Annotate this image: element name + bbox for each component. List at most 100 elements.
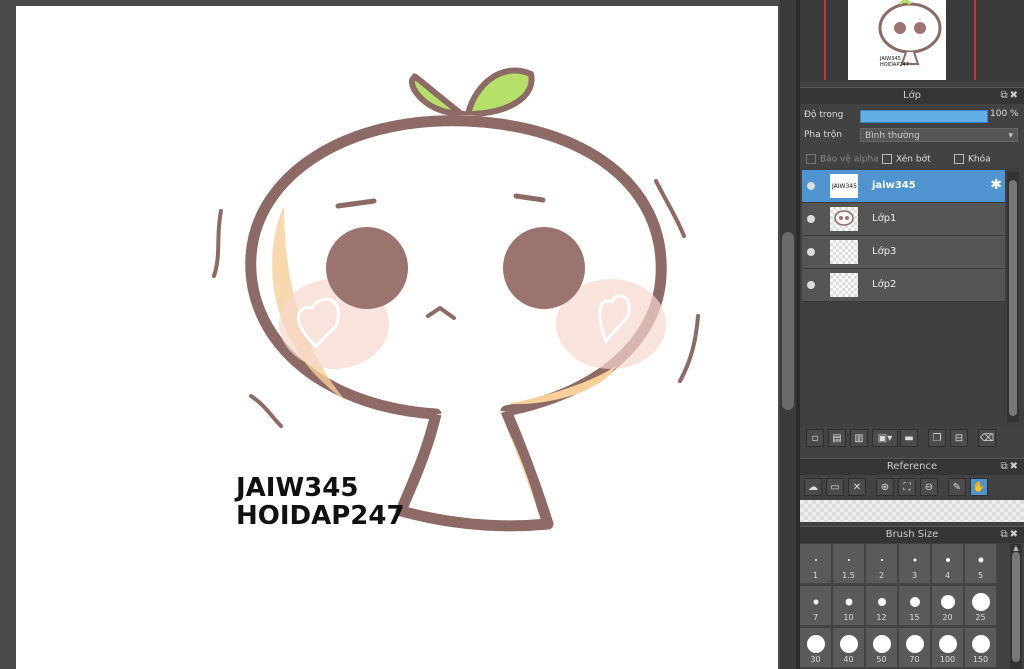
brush-size-cell[interactable]: 5	[965, 544, 997, 584]
popout-icon[interactable]: ⧉	[1000, 90, 1009, 101]
close-icon[interactable]: ✖	[1010, 461, 1020, 472]
open-folder-icon[interactable]: ▭	[826, 478, 844, 496]
brush-size-cell[interactable]: 25	[965, 586, 997, 626]
canvas-area[interactable]: JAIW345 HOIDAP247	[0, 0, 796, 669]
brush-size-panel-controls[interactable]: ⧉✖	[1000, 527, 1020, 543]
motion-line-2	[249, 394, 283, 428]
brush-size-scrollbar[interactable]: ▲	[1010, 544, 1022, 669]
canvas-scroll-thumb[interactable]	[782, 232, 794, 410]
brush-size-cell[interactable]: 30	[800, 628, 832, 668]
brush-size-cell[interactable]: 100	[932, 628, 964, 668]
brush-size-label: 50	[876, 655, 887, 664]
blend-mode-select[interactable]: Bình thường ▾	[860, 128, 1018, 142]
scroll-up-icon[interactable]: ▲	[1010, 544, 1022, 552]
brush-size-cell[interactable]: 12	[866, 586, 898, 626]
reference-panel-title: Reference	[886, 461, 938, 472]
canvas-paper[interactable]: JAIW345 HOIDAP247	[16, 6, 778, 669]
layer-row[interactable]: Lớp3	[802, 236, 1005, 269]
brush-size-cell[interactable]: 1.5	[833, 544, 865, 584]
artwork: JAIW345 HOIDAP247	[212, 67, 700, 532]
brush-size-cell[interactable]: 150	[965, 628, 997, 668]
layer-row[interactable]: JAIW345 jaiw345 ✱	[802, 170, 1005, 203]
lock-checkbox[interactable]: Khóa	[954, 154, 991, 165]
new-layer-icon[interactable]: ▫	[806, 429, 824, 447]
brush-size-cell[interactable]: 7	[800, 586, 832, 626]
hand-icon[interactable]: ✋	[970, 478, 988, 496]
new-halftone-layer-icon[interactable]: ▤	[828, 429, 846, 447]
reference-panel-header: Reference ⧉✖	[800, 458, 1024, 475]
close-icon[interactable]: ✖	[1010, 529, 1020, 540]
clipping-checkbox[interactable]: Xén bớt	[882, 154, 931, 165]
protect-alpha-checkbox[interactable]: Bảo vệ alpha	[806, 154, 879, 165]
trash-icon[interactable]: ⌫	[978, 429, 996, 447]
brush-size-cell[interactable]: 10	[833, 586, 865, 626]
layer-scroll-thumb[interactable]	[1009, 180, 1017, 416]
navigator-panel[interactable]: JAIW345 HOIDAP247	[800, 0, 1024, 82]
new-1bit-layer-icon[interactable]: ▥	[850, 429, 868, 447]
layer-thumbnail	[830, 207, 858, 231]
brush-dot-icon	[945, 558, 950, 562]
layer-row[interactable]: Lớp2	[802, 269, 1005, 302]
brush-size-cell[interactable]: 20	[932, 586, 964, 626]
eye-icon[interactable]	[807, 215, 815, 223]
brush-size-cell[interactable]: 70	[899, 628, 931, 668]
popout-icon[interactable]: ⧉	[1000, 461, 1009, 472]
eye-icon[interactable]	[807, 281, 815, 289]
brush-size-label: 70	[909, 655, 920, 664]
checkbox-icon	[882, 154, 892, 164]
brush-size-cell[interactable]: 15	[899, 586, 931, 626]
navigator-artwork: JAIW345 HOIDAP247	[878, 0, 942, 68]
add-layer-menu-icon[interactable]: ▣▾	[872, 429, 898, 447]
popout-icon[interactable]: ⧉	[1000, 529, 1009, 540]
brush-size-cell[interactable]: 1	[800, 544, 832, 584]
brush-dot-icon	[806, 635, 825, 653]
layer-thumbnail	[830, 240, 858, 264]
brush-dot-icon	[905, 635, 924, 653]
zoom-in-icon[interactable]: ⊕	[876, 478, 894, 496]
brush-scroll-thumb[interactable]	[1012, 552, 1020, 662]
close-reference-icon[interactable]: ✕	[848, 478, 866, 496]
clipping-label: Xén bớt	[896, 154, 931, 165]
merge-layer-icon[interactable]: ⊟	[950, 429, 968, 447]
fit-icon[interactable]: ⛶	[898, 478, 916, 496]
opacity-slider[interactable]	[860, 110, 988, 123]
brush-size-cell[interactable]: 2	[866, 544, 898, 584]
brush-size-label: 15	[909, 613, 920, 622]
duplicate-layer-icon[interactable]: ❐	[928, 429, 946, 447]
reference-canvas[interactable]	[800, 500, 1024, 522]
eye-icon[interactable]	[807, 248, 815, 256]
blend-mode-value: Bình thường	[865, 131, 920, 141]
layer-list[interactable]: JAIW345 jaiw345 ✱ Lớp1 Lớp3 Lớp2	[800, 168, 1024, 426]
eye-icon[interactable]	[807, 182, 815, 190]
folder-icon[interactable]: ▬	[900, 429, 918, 447]
brush-size-cell[interactable]: 50	[866, 628, 898, 668]
layer-row[interactable]: Lớp1	[802, 203, 1005, 236]
zoom-out-icon[interactable]: ⊖	[920, 478, 938, 496]
reference-panel-controls[interactable]: ⧉✖	[1000, 459, 1020, 475]
eyedropper-icon[interactable]: ✎	[948, 478, 966, 496]
close-icon[interactable]: ✖	[1010, 90, 1020, 101]
brush-size-cell[interactable]: 40	[833, 628, 865, 668]
brush-size-label: 4	[944, 571, 951, 580]
brush-size-panel-title: Brush Size	[885, 529, 939, 540]
checkbox-icon	[954, 154, 964, 164]
brush-size-cell[interactable]: 4	[932, 544, 964, 584]
brush-size-label: 5	[977, 571, 984, 580]
brush-dot-icon	[814, 559, 817, 561]
layer-list-scrollbar[interactable]	[1007, 172, 1019, 422]
brush-size-cell[interactable]: 3	[899, 544, 931, 584]
eye-right	[503, 227, 585, 309]
gear-icon[interactable]: ✱	[990, 177, 1002, 193]
brush-size-label: 1.5	[842, 571, 855, 580]
layer-name: Lớp3	[872, 246, 897, 257]
motion-line-4	[678, 314, 700, 383]
brush-size-label: 150	[972, 655, 989, 664]
brush-dot-icon	[872, 635, 891, 653]
layer-panel-title: Lớp	[902, 90, 922, 101]
canvas-vertical-scrollbar[interactable]	[780, 0, 796, 669]
cloud-icon[interactable]: ☁	[804, 478, 822, 496]
brush-dot-icon	[845, 598, 852, 606]
navigator-thumbnail[interactable]: JAIW345 HOIDAP247	[848, 0, 946, 80]
brush-dot-icon	[978, 557, 983, 563]
layer-panel-controls[interactable]: ⧉✖	[1000, 88, 1020, 104]
